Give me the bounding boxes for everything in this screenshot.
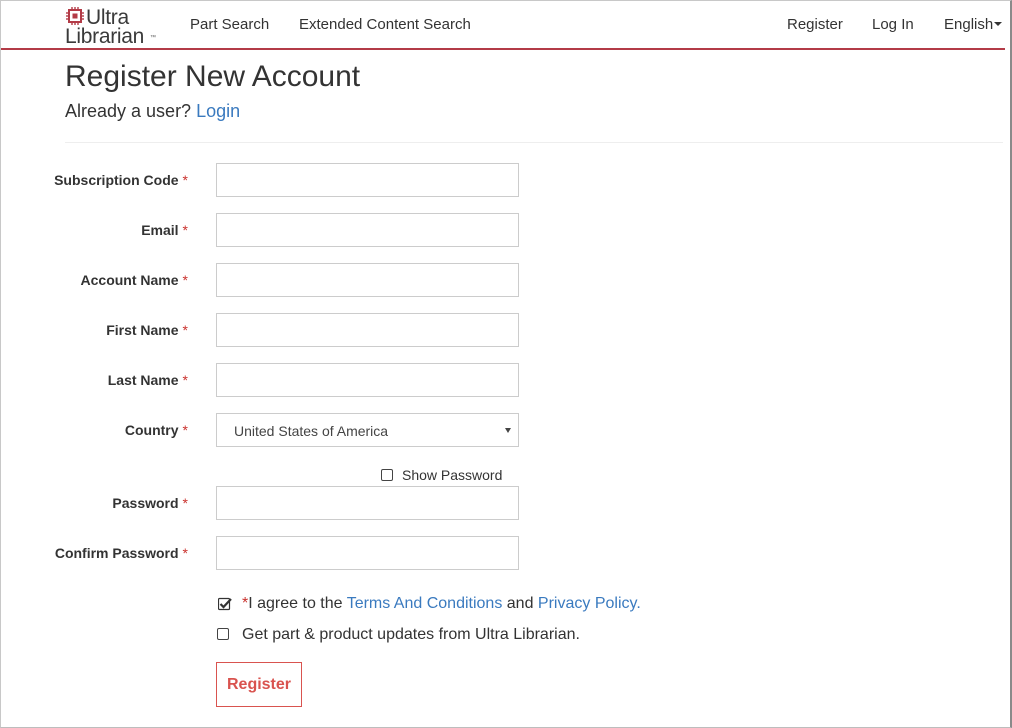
already-user-line: Already a user? Login <box>65 101 240 122</box>
last-name-input[interactable] <box>216 363 519 397</box>
first-name-input[interactable] <box>216 313 519 347</box>
subscription-code-label-text: Subscription Code <box>54 172 179 188</box>
agree-terms-row: *I agree to the Terms And Conditions and… <box>216 595 641 613</box>
caret-down-icon <box>994 22 1003 27</box>
language-label: English <box>944 16 994 33</box>
ultra-librarian-logo[interactable]: Ultra Librarian ™ <box>64 5 159 49</box>
required-marker: * <box>182 422 188 438</box>
agree-prefix-text: I agree to the <box>248 595 347 612</box>
product-updates-label: Get part & product updates from Ultra Li… <box>242 626 580 643</box>
last-name-label-text: Last Name <box>107 372 179 388</box>
required-marker: * <box>182 172 188 188</box>
nav-register[interactable]: Register <box>787 16 843 33</box>
account-name-label-text: Account Name <box>80 272 179 288</box>
register-button[interactable]: Register <box>216 662 302 707</box>
confirm-password-label-text: Confirm Password <box>54 545 179 561</box>
required-marker: * <box>182 372 188 388</box>
password-label-text: Password <box>112 495 179 511</box>
show-password-checkbox[interactable] <box>381 469 393 481</box>
language-dropdown[interactable]: English <box>944 16 1003 33</box>
required-marker: * <box>182 545 188 561</box>
product-updates-checkbox[interactable] <box>217 628 229 640</box>
required-marker: * <box>182 272 188 288</box>
header-divider <box>65 142 1003 143</box>
country-select[interactable]: United States of America <box>216 413 519 447</box>
subscription-code-label: Subscription Code * <box>54 172 188 188</box>
caret-down-icon <box>505 428 511 433</box>
logo-text-line2: Librarian <box>65 25 145 48</box>
required-marker: * <box>182 495 188 511</box>
password-input[interactable] <box>216 486 519 520</box>
required-marker: * <box>182 222 188 238</box>
show-password-label: Show Password <box>402 467 503 483</box>
already-user-text: Already a user? <box>65 101 192 121</box>
chip-icon <box>66 7 84 25</box>
email-input[interactable] <box>216 213 519 247</box>
confirm-password-input[interactable] <box>216 536 519 570</box>
password-label: Password * <box>54 495 188 511</box>
nav-log-in[interactable]: Log In <box>872 16 914 33</box>
account-name-input[interactable] <box>216 263 519 297</box>
nav-part-search[interactable]: Part Search <box>190 16 269 33</box>
page-title: Register New Account <box>65 60 361 93</box>
email-label-text: Email <box>141 222 179 238</box>
privacy-policy-link[interactable]: Privacy Policy <box>538 595 636 612</box>
country-label: Country * <box>54 422 188 438</box>
top-navbar: Ultra Librarian ™ Part Search Extended C… <box>1 1 1005 50</box>
confirm-password-label: Confirm Password * <box>54 545 188 561</box>
logo-trademark: ™ <box>150 35 156 41</box>
last-name-label: Last Name * <box>54 372 188 388</box>
subscription-code-input[interactable] <box>216 163 519 197</box>
required-marker: * <box>182 322 188 338</box>
country-selected-value: United States of America <box>234 423 389 439</box>
agree-middle-text: and <box>502 595 538 612</box>
terms-and-conditions-link[interactable]: Terms And Conditions <box>347 595 503 612</box>
login-link[interactable]: Login <box>196 101 240 121</box>
first-name-label: First Name * <box>54 322 188 338</box>
country-label-text: Country <box>124 422 179 438</box>
agree-suffix-text: . <box>636 595 641 612</box>
nav-extended-content-search[interactable]: Extended Content Search <box>299 16 471 33</box>
account-name-label: Account Name * <box>54 272 188 288</box>
first-name-label-text: First Name <box>106 322 179 338</box>
email-label: Email * <box>54 222 188 238</box>
